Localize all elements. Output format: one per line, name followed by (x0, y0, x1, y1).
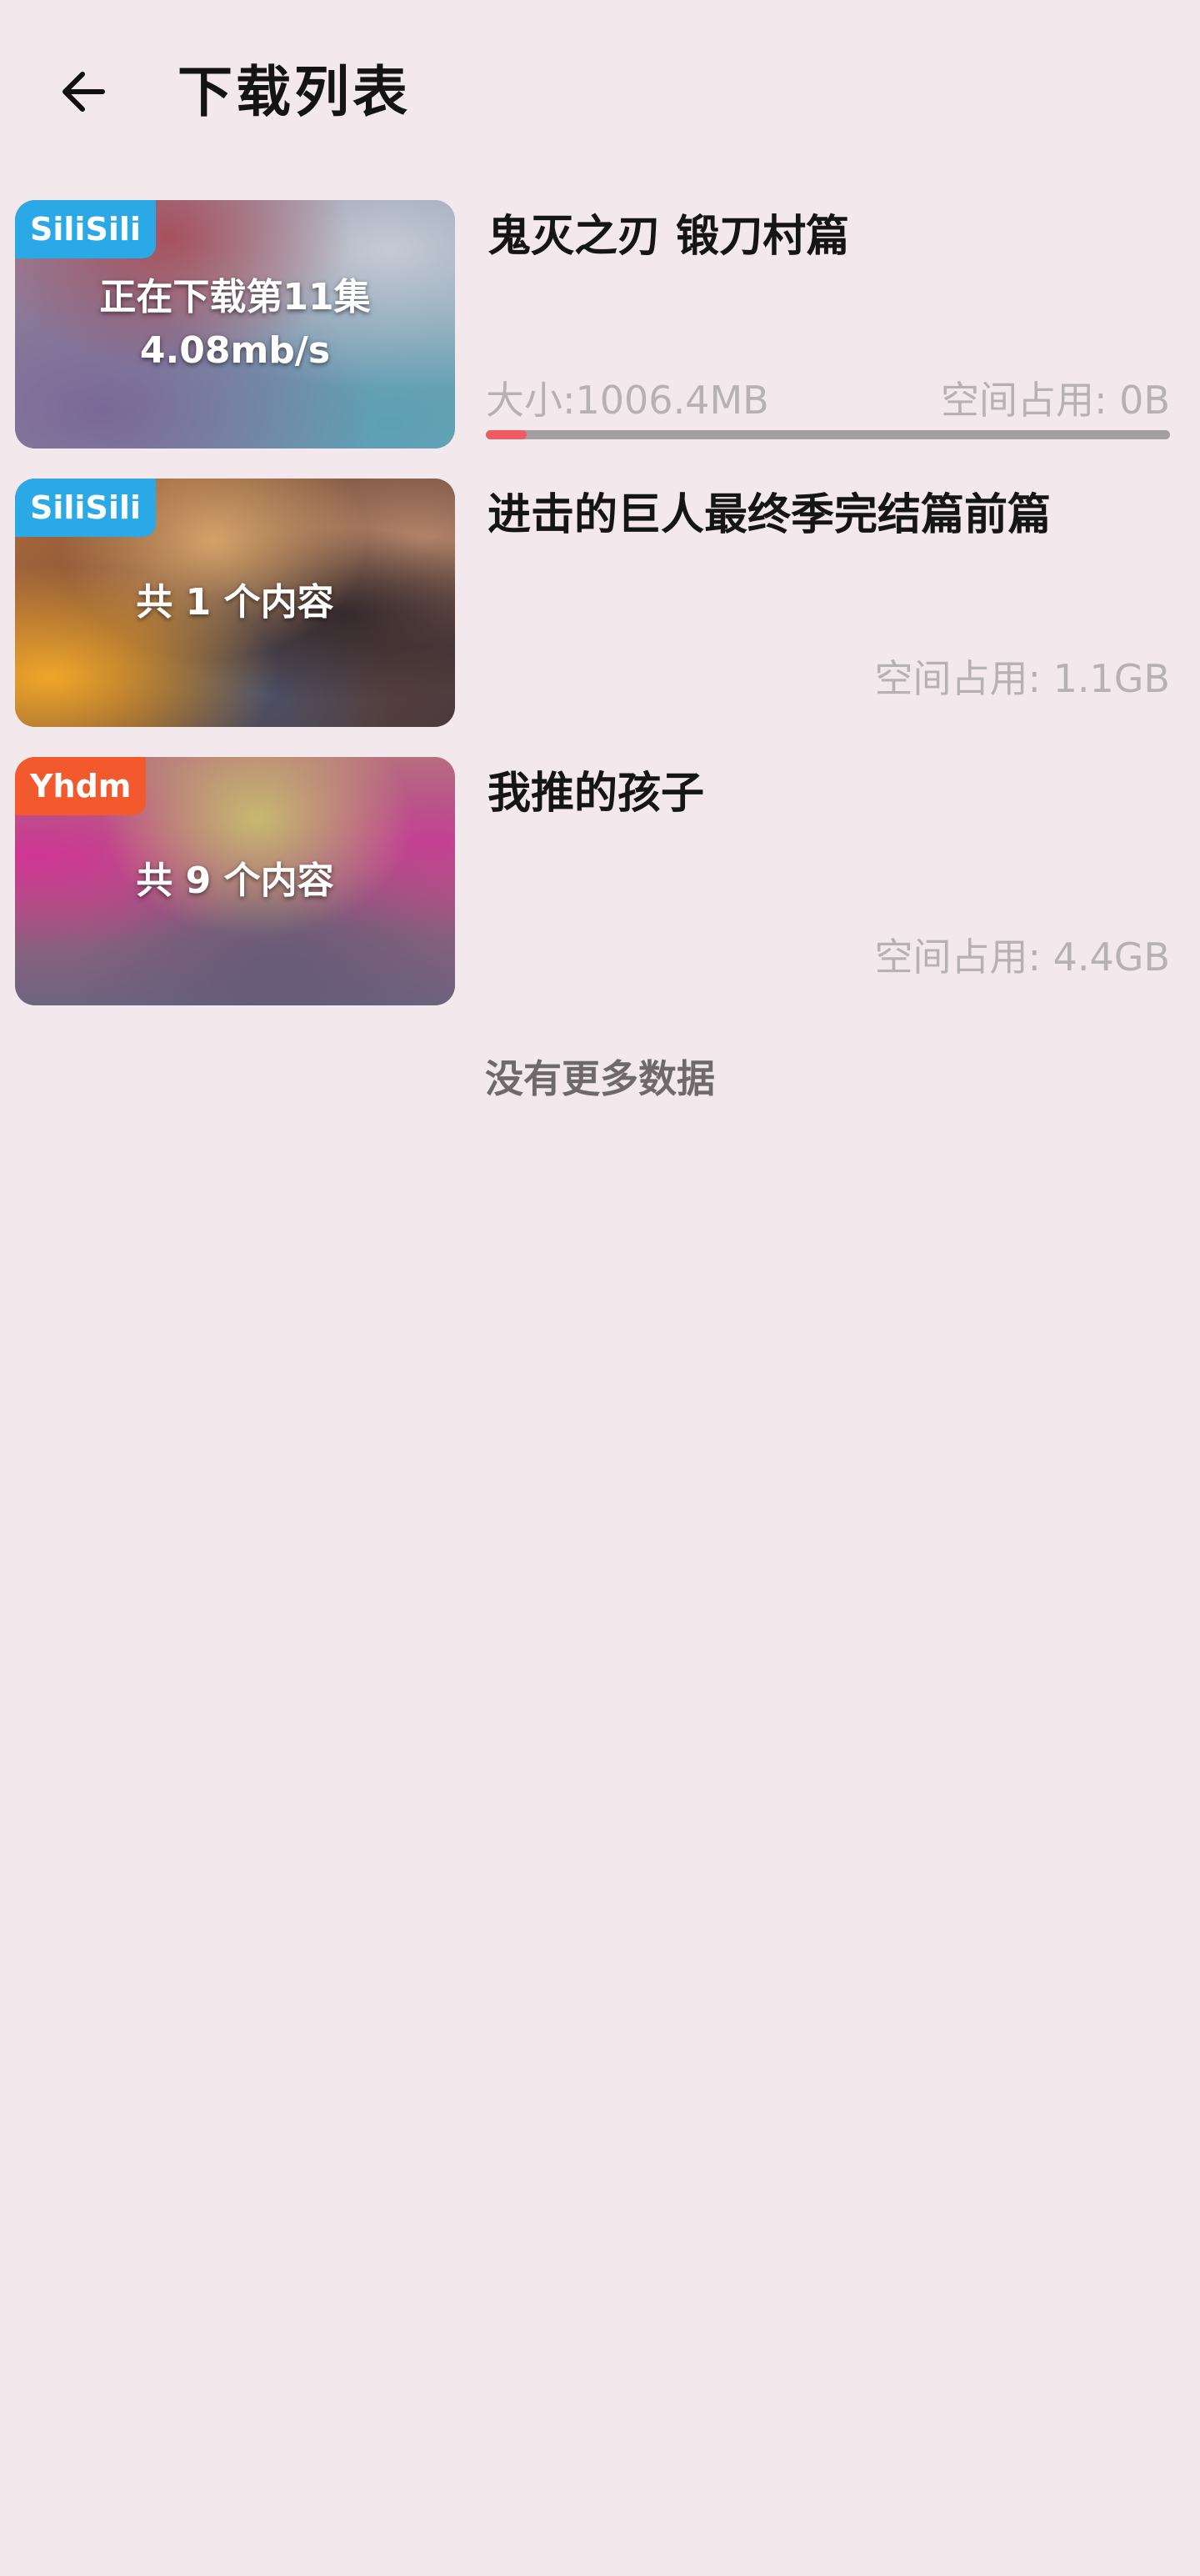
storage-used-text: 空间占用: 4.4GB (874, 935, 1170, 980)
download-item[interactable]: SiliSili 正在下载第11集 4.08mb/s 鬼灭之刃 锻刀村篇 大小:… (0, 200, 1200, 450)
storage-used-text: 空间占用: 1.1GB (874, 656, 1170, 701)
file-size-text: 大小:1006.4MB (486, 378, 769, 423)
content-count-overlay: 共 1 个内容 (15, 479, 455, 727)
item-title: 鬼灭之刃 锻刀村篇 (488, 212, 850, 262)
storage-used-text: 空间占用: 0B (941, 378, 1170, 423)
thumbnail[interactable]: SiliSili 正在下载第11集 4.08mb/s (15, 200, 455, 449)
no-more-data-text: 没有更多数据 (485, 1056, 715, 1101)
app-root: 下载列表 SiliSili 正在下载第11集 4.08mb/s 鬼灭之刃 锻刀村… (0, 0, 1200, 2576)
page-title: 下载列表 (178, 60, 411, 124)
arrow-left-icon (62, 72, 105, 112)
item-title: 我推的孩子 (488, 769, 705, 819)
content-count-overlay: 共 9 个内容 (15, 757, 455, 1005)
download-progress-fill (486, 430, 528, 439)
download-speed-text: 4.08mb/s (139, 329, 331, 372)
back-button[interactable] (42, 50, 125, 133)
download-status-overlay: 正在下载第11集 4.08mb/s (15, 200, 455, 449)
download-item[interactable]: Yhdm 共 9 个内容 我推的孩子 空间占用: 4.4GB (0, 757, 1200, 1007)
item-title: 进击的巨人最终季完结篇前篇 (488, 490, 1052, 540)
content-count-text: 共 1 个内容 (136, 581, 334, 624)
download-episode-text: 正在下载第11集 (99, 276, 371, 318)
top-bar: 下载列表 (0, 0, 1200, 183)
download-item[interactable]: SiliSili 共 1 个内容 进击的巨人最终季完结篇前篇 空间占用: 1.1… (0, 479, 1200, 729)
thumbnail[interactable]: SiliSili 共 1 个内容 (15, 479, 455, 727)
thumbnail[interactable]: Yhdm 共 9 个内容 (15, 757, 455, 1005)
download-progress-bar (486, 430, 1170, 439)
content-count-text: 共 9 个内容 (136, 860, 334, 902)
